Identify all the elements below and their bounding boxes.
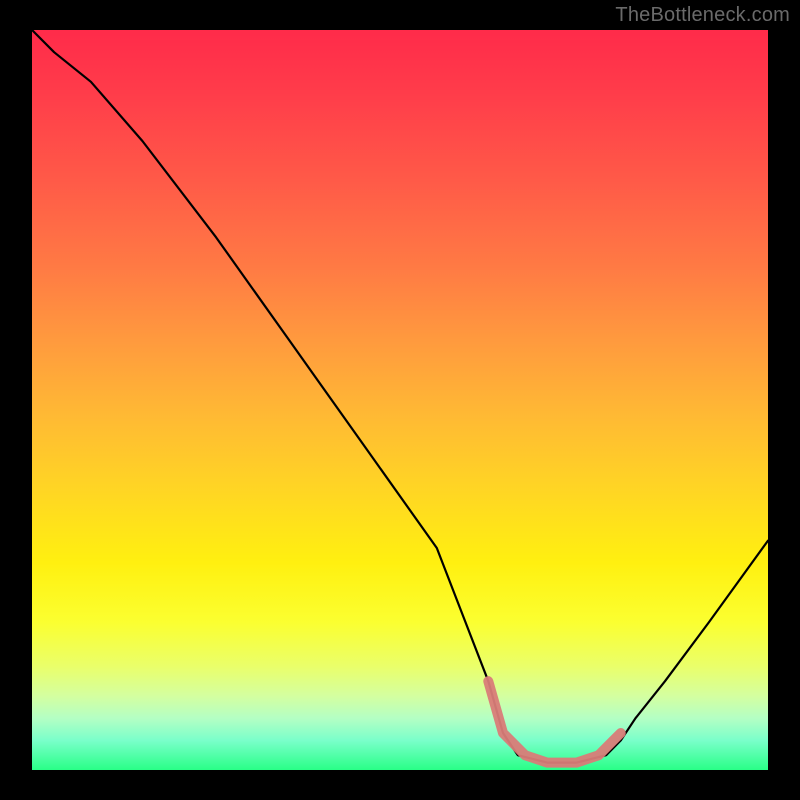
chart-frame: TheBottleneck.com (0, 0, 800, 800)
optimal-range-highlight (488, 681, 621, 762)
watermark-text: TheBottleneck.com (615, 4, 790, 27)
curve-svg (32, 30, 768, 770)
plot-area (32, 30, 768, 770)
bottleneck-curve (32, 30, 768, 763)
